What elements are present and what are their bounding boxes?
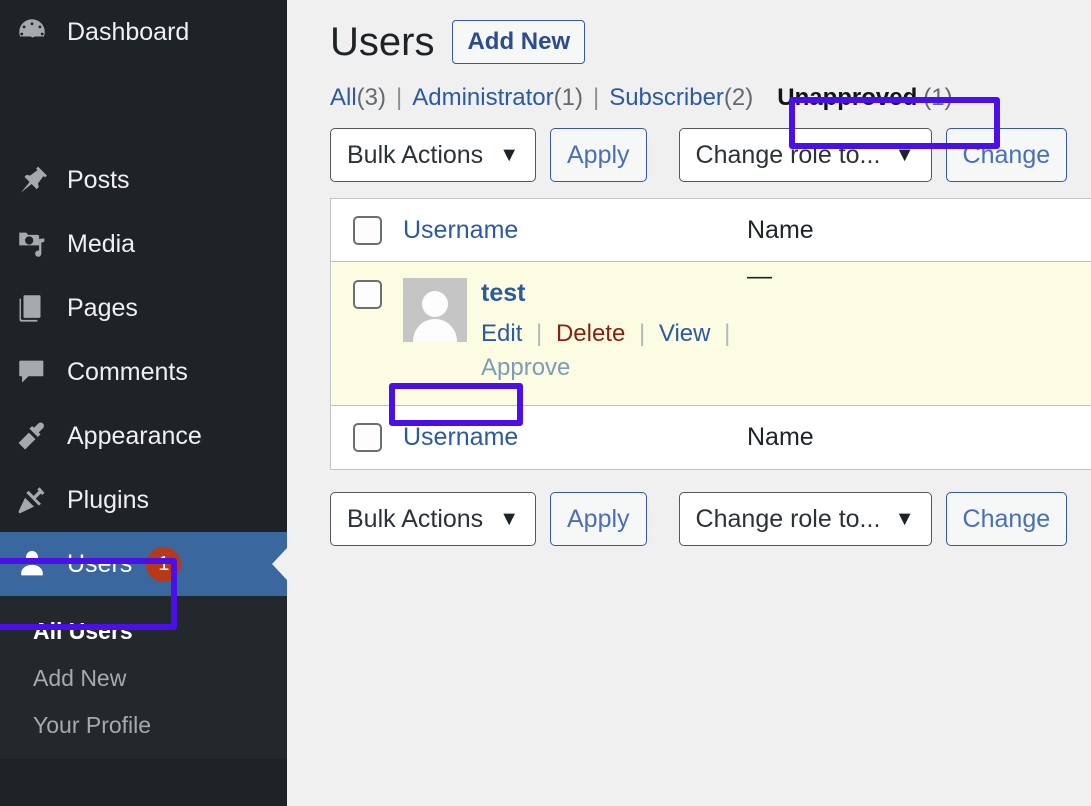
pages-icon: [11, 287, 53, 329]
sidebar-separator: [0, 64, 287, 148]
column-header-username[interactable]: Username: [403, 216, 747, 245]
avatar: [403, 278, 467, 342]
tablenav-top: Bulk Actions ▼ Apply Change role to... ▼…: [287, 112, 1091, 182]
pending-users-badge: 1: [146, 546, 182, 582]
view-link[interactable]: View: [659, 320, 711, 347]
bulk-actions-select-wrapper-bottom: Bulk Actions ▼: [330, 492, 536, 546]
sidebar-item-posts[interactable]: Posts: [0, 148, 287, 212]
add-new-user-button[interactable]: Add New: [452, 20, 586, 64]
filter-label-unapproved: Unapproved: [777, 84, 918, 111]
table-header-row: Username Name: [331, 199, 1091, 262]
comments-icon: [11, 351, 53, 393]
cell-name-value: —: [747, 262, 772, 290]
sidebar-item-pages[interactable]: Pages: [0, 276, 287, 340]
submenu-item-add-new[interactable]: Add New: [0, 655, 287, 702]
change-role-select-bottom[interactable]: Change role to...: [678, 492, 932, 546]
bulk-actions-select-wrapper: Bulk Actions ▼: [330, 128, 536, 182]
apply-button-top[interactable]: Apply: [550, 128, 647, 182]
user-role-filter-list: All (3) | Administrator (1) | Subscriber…: [287, 64, 1091, 112]
filter-count-subscriber: (2): [723, 84, 754, 111]
select-all-checkbox-bottom[interactable]: [352, 423, 382, 452]
filter-count-administrator: (1): [553, 84, 583, 111]
column-header-username-label: Username: [403, 215, 519, 244]
brush-icon: [11, 415, 53, 457]
table-row: test Edit | Delete | View | Approve —: [331, 262, 1091, 406]
filter-link-subscriber[interactable]: Subscriber: [609, 84, 724, 112]
dashboard-icon: [11, 11, 53, 53]
bulk-actions-select-top[interactable]: Bulk Actions: [330, 128, 536, 182]
change-role-button-bottom[interactable]: Change: [945, 492, 1068, 546]
approve-link[interactable]: Approve: [481, 354, 570, 381]
delete-link[interactable]: Delete: [556, 320, 625, 347]
sidebar-item-label: Pages: [67, 293, 138, 322]
tablenav-bottom: Bulk Actions ▼ Apply Change role to... ▼…: [287, 470, 1091, 546]
users-submenu: All Users Add New Your Profile: [0, 596, 287, 759]
sidebar-item-label: Dashboard: [67, 17, 190, 46]
column-footer-username-label: Username: [403, 423, 519, 451]
change-role-select-wrapper-bottom: Change role to... ▼: [678, 492, 932, 546]
plug-icon: [11, 479, 53, 521]
select-all-checkbox-top[interactable]: [352, 215, 382, 245]
bulk-actions-select-bottom[interactable]: Bulk Actions: [330, 492, 536, 546]
sidebar-item-users[interactable]: Users 1: [0, 532, 287, 596]
row-checkbox-test[interactable]: [352, 280, 382, 309]
apply-button-bottom[interactable]: Apply: [550, 492, 647, 546]
page-header: Users Add New: [287, 0, 1091, 64]
table-footer-row: Username Name: [331, 406, 1091, 469]
filter-count-unapproved: (1): [923, 84, 953, 111]
change-role-button-top[interactable]: Change: [945, 128, 1068, 182]
sidebar-item-comments[interactable]: Comments: [0, 340, 287, 404]
submenu-item-your-profile[interactable]: Your Profile: [0, 702, 287, 749]
column-footer-name-label: Name: [747, 423, 814, 451]
filter-separator: |: [592, 84, 600, 111]
submenu-item-all-users[interactable]: All Users: [0, 608, 287, 655]
change-role-select-top[interactable]: Change role to...: [678, 128, 932, 182]
user-icon: [11, 543, 53, 585]
filter-separator: |: [396, 84, 403, 111]
sidebar-item-dashboard[interactable]: Dashboard: [0, 0, 287, 64]
sidebar-item-label: Appearance: [67, 421, 202, 450]
filter-link-all[interactable]: All: [330, 84, 357, 112]
sidebar-item-label: Comments: [67, 357, 188, 386]
filter-link-unapproved[interactable]: Unapproved (1): [777, 84, 952, 112]
sidebar-item-label: Posts: [67, 165, 130, 194]
user-name-link[interactable]: test: [481, 279, 525, 307]
column-header-name: Name: [747, 216, 1091, 245]
change-role-select-wrapper: Change role to... ▼: [678, 128, 932, 182]
wordpress-admin-screen: Dashboard Posts Media Pages Comments App…: [0, 0, 1091, 806]
column-footer-username[interactable]: Username: [403, 423, 747, 452]
column-footer-name: Name: [747, 423, 1091, 452]
action-separator: |: [638, 319, 646, 347]
media-icon: [11, 223, 53, 265]
row-actions: Edit | Delete | View | Approve: [481, 320, 737, 382]
sidebar-item-label: Media: [67, 229, 136, 258]
sidebar-item-label: Users: [67, 549, 133, 578]
column-header-name-label: Name: [747, 215, 814, 244]
sidebar-item-appearance[interactable]: Appearance: [0, 404, 287, 468]
sidebar-item-label: Plugins: [67, 485, 149, 514]
users-table: Username Name test Edit | Delete | View …: [330, 198, 1091, 470]
pin-icon: [11, 159, 53, 201]
action-separator: |: [536, 319, 543, 347]
select-all-cell-bottom: [331, 423, 403, 452]
main-content: Users Add New All (3) | Administrator (1…: [287, 0, 1091, 806]
edit-link[interactable]: Edit: [481, 320, 522, 347]
action-separator: |: [724, 319, 731, 347]
sidebar-item-plugins[interactable]: Plugins: [0, 468, 287, 532]
filter-count-all: (3): [356, 84, 387, 111]
select-all-cell: [331, 215, 403, 245]
cell-username: test Edit | Delete | View | Approve: [403, 262, 747, 382]
row-select-cell: [331, 262, 403, 309]
cell-name: —: [747, 262, 1091, 291]
active-menu-arrow: [272, 548, 287, 580]
sidebar-item-media[interactable]: Media: [0, 212, 287, 276]
admin-sidebar: Dashboard Posts Media Pages Comments App…: [0, 0, 287, 806]
filter-link-administrator[interactable]: Administrator: [412, 84, 553, 112]
page-title: Users: [330, 20, 435, 64]
